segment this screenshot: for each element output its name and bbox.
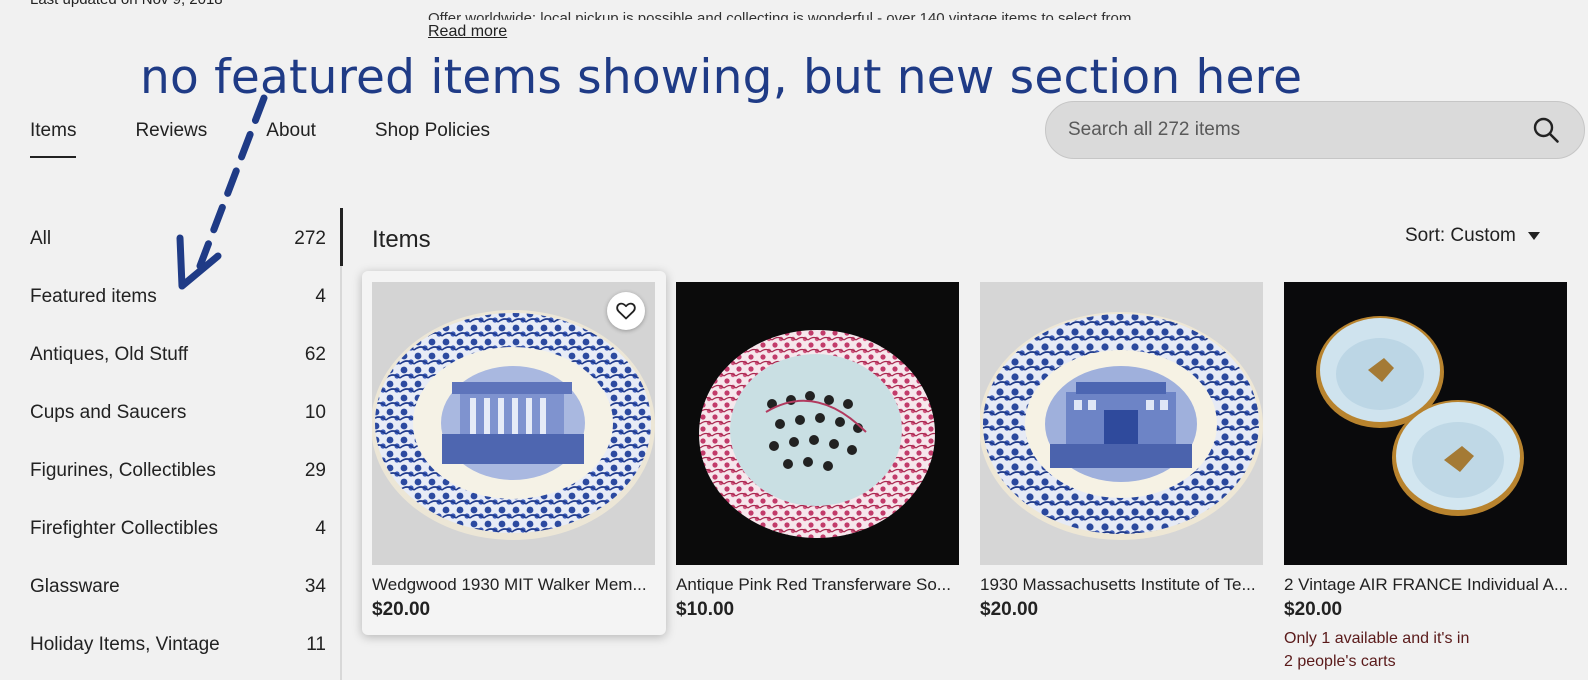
annotation-callout: no featured items showing, but new secti… [140, 50, 1303, 105]
ashtrays-image [1316, 316, 1524, 516]
listing-grid: Wedgwood 1930 MIT Walker Mem... $20.00 A… [362, 271, 1567, 670]
sidebar-item-figurines[interactable]: Figurines, Collectibles 29 [30, 442, 326, 500]
sidebar-item-label: Figurines, Collectibles [30, 460, 216, 481]
section-sidebar: All 272 Featured items 4 Antiques, Old S… [30, 210, 326, 674]
shop-announcement-text: Offer worldwide; local pickup is possibl… [428, 10, 1136, 20]
listing-card[interactable]: Wedgwood 1930 MIT Walker Mem... $20.00 [362, 271, 666, 635]
last-updated-text: Last updated on Nov 9, 2018 [30, 0, 223, 8]
sidebar-item-label: Antiques, Old Stuff [30, 344, 189, 365]
sidebar-item-count: 4 [315, 286, 326, 307]
sort-dropdown[interactable]: Sort: Custom [1405, 225, 1540, 247]
listing-price: $20.00 [980, 599, 1039, 620]
listing-price: $20.00 [372, 599, 431, 620]
sidebar-divider [340, 208, 342, 680]
search-bar [1045, 101, 1585, 159]
sidebar-item-cups-and-saucers[interactable]: Cups and Saucers 10 [30, 384, 326, 442]
sidebar-item-count: 10 [304, 402, 326, 423]
sidebar-item-count: 272 [294, 228, 326, 249]
sidebar-active-indicator [340, 208, 343, 266]
listing-price: $10.00 [676, 599, 735, 620]
sidebar-item-count: 34 [304, 576, 326, 597]
sidebar-item-label: Cups and Saucers [30, 402, 187, 423]
search-input[interactable] [1068, 119, 1488, 141]
listing-image[interactable] [676, 282, 959, 565]
sidebar-item-featured-items[interactable]: Featured items 4 [30, 268, 326, 326]
blue-plate-mit-image [980, 312, 1263, 540]
sort-label: Sort: Custom [1405, 225, 1516, 246]
cart-demand-line: Only 1 available and it's in [1284, 630, 1470, 647]
tab-shop-policies[interactable]: Shop Policies [375, 120, 490, 158]
sidebar-item-glassware[interactable]: Glassware 34 [30, 558, 326, 616]
listing-title[interactable]: Wedgwood 1930 MIT Walker Mem... [372, 575, 655, 595]
favorite-button[interactable] [607, 292, 645, 330]
sidebar-item-count: 11 [306, 634, 326, 655]
sidebar-item-count: 4 [315, 518, 326, 539]
sidebar-item-all[interactable]: All 272 [30, 210, 326, 268]
listing-title[interactable]: Antique Pink Red Transferware So... [676, 575, 959, 595]
caret-down-icon [1527, 232, 1540, 240]
listing-image[interactable] [1284, 282, 1567, 565]
sidebar-item-label: Firefighter Collectibles [30, 518, 218, 539]
shop-tabs: Items Reviews About Shop Policies [30, 120, 549, 158]
listing-card[interactable]: 1930 Massachusetts Institute of Te... $2… [970, 271, 1274, 635]
sidebar-item-label: Glassware [30, 576, 120, 597]
listing-title[interactable]: 2 Vintage AIR FRANCE Individual A... [1284, 575, 1567, 595]
listing-title[interactable]: 1930 Massachusetts Institute of Te... [980, 575, 1263, 595]
items-heading: Items [372, 226, 431, 253]
sidebar-item-count: 62 [304, 344, 326, 365]
sidebar-item-antiques[interactable]: Antiques, Old Stuff 62 [30, 326, 326, 384]
sidebar-item-count: 29 [304, 460, 326, 481]
tab-reviews[interactable]: Reviews [135, 120, 207, 158]
search-icon[interactable] [1532, 116, 1560, 144]
sidebar-item-label: Holiday Items, Vintage [30, 634, 220, 655]
listing-card[interactable]: 2 Vintage AIR FRANCE Individual A... $20… [1274, 271, 1567, 670]
sidebar-item-firefighter[interactable]: Firefighter Collectibles 4 [30, 500, 326, 558]
sidebar-item-label: All [30, 228, 52, 249]
pink-dish-image [699, 330, 935, 538]
tab-about[interactable]: About [266, 120, 316, 158]
listing-card[interactable]: Antique Pink Red Transferware So... $10.… [666, 271, 970, 635]
tab-items[interactable]: Items [30, 120, 77, 158]
listing-price: $20.00 [1284, 599, 1343, 620]
listing-image[interactable] [980, 282, 1263, 565]
sidebar-item-label: Featured items [30, 286, 157, 307]
read-more-link[interactable]: Read more [428, 23, 507, 41]
sidebar-item-holiday[interactable]: Holiday Items, Vintage 11 [30, 616, 326, 674]
heart-icon [616, 302, 636, 320]
cart-demand-line: 2 people's carts [1284, 653, 1396, 670]
listing-image[interactable] [372, 282, 655, 565]
cart-demand-note: Only 1 available and it's in 2 people's … [1284, 627, 1567, 673]
